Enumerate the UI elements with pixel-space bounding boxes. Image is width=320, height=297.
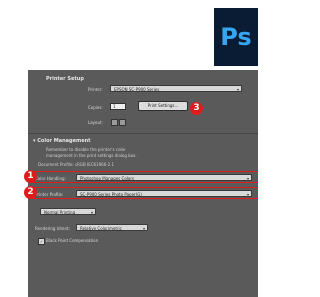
rendering-intent-label: Rendering Intent: bbox=[35, 226, 70, 231]
chevron-down-icon: ▾ bbox=[90, 210, 93, 215]
layout-label: Layout: bbox=[88, 120, 103, 125]
document-profile: Document Profile: sRGB IEC61966-2.1 bbox=[38, 162, 115, 167]
marker-2: 2 bbox=[24, 186, 37, 199]
marker-1: 1 bbox=[24, 170, 37, 183]
print-settings-panel: Printer Setup Printer: EPSON SC-P900 Ser… bbox=[28, 70, 258, 297]
cm-description-line2: management in the print settings dialog … bbox=[46, 153, 137, 158]
color-management-heading[interactable]: ▾ Color Management bbox=[33, 138, 91, 144]
marker-3: 3 bbox=[190, 102, 203, 115]
photoshop-logo: Ps bbox=[214, 8, 258, 66]
bpc-checkbox[interactable]: ✓ bbox=[38, 238, 45, 245]
bpc-label: Black Point Compensation bbox=[46, 238, 99, 243]
cm-description-line1: Remember to disable the printer's color bbox=[46, 147, 126, 152]
copies-input[interactable]: 1 bbox=[110, 103, 126, 110]
print-settings-button[interactable]: Print Settings... bbox=[138, 101, 188, 111]
portrait-icon[interactable] bbox=[111, 119, 118, 126]
chevron-down-icon: ▾ bbox=[236, 87, 239, 92]
highlight-printer-profile bbox=[32, 187, 258, 199]
rendering-intent-dropdown[interactable]: Relative Colorimetric ▾ bbox=[76, 224, 148, 231]
print-mode-dropdown[interactable]: Normal Printing ▾ bbox=[40, 208, 96, 215]
landscape-icon[interactable] bbox=[119, 119, 126, 126]
copies-label: Copies: bbox=[88, 105, 103, 110]
chevron-down-icon: ▾ bbox=[142, 226, 145, 231]
highlight-color-handling bbox=[32, 171, 258, 183]
printer-label: Printer: bbox=[88, 87, 103, 92]
printer-setup-heading: Printer Setup bbox=[46, 76, 84, 82]
printer-value: EPSON SC-P900 Series bbox=[114, 87, 160, 92]
printer-dropdown[interactable]: EPSON SC-P900 Series ▾ bbox=[110, 85, 242, 92]
